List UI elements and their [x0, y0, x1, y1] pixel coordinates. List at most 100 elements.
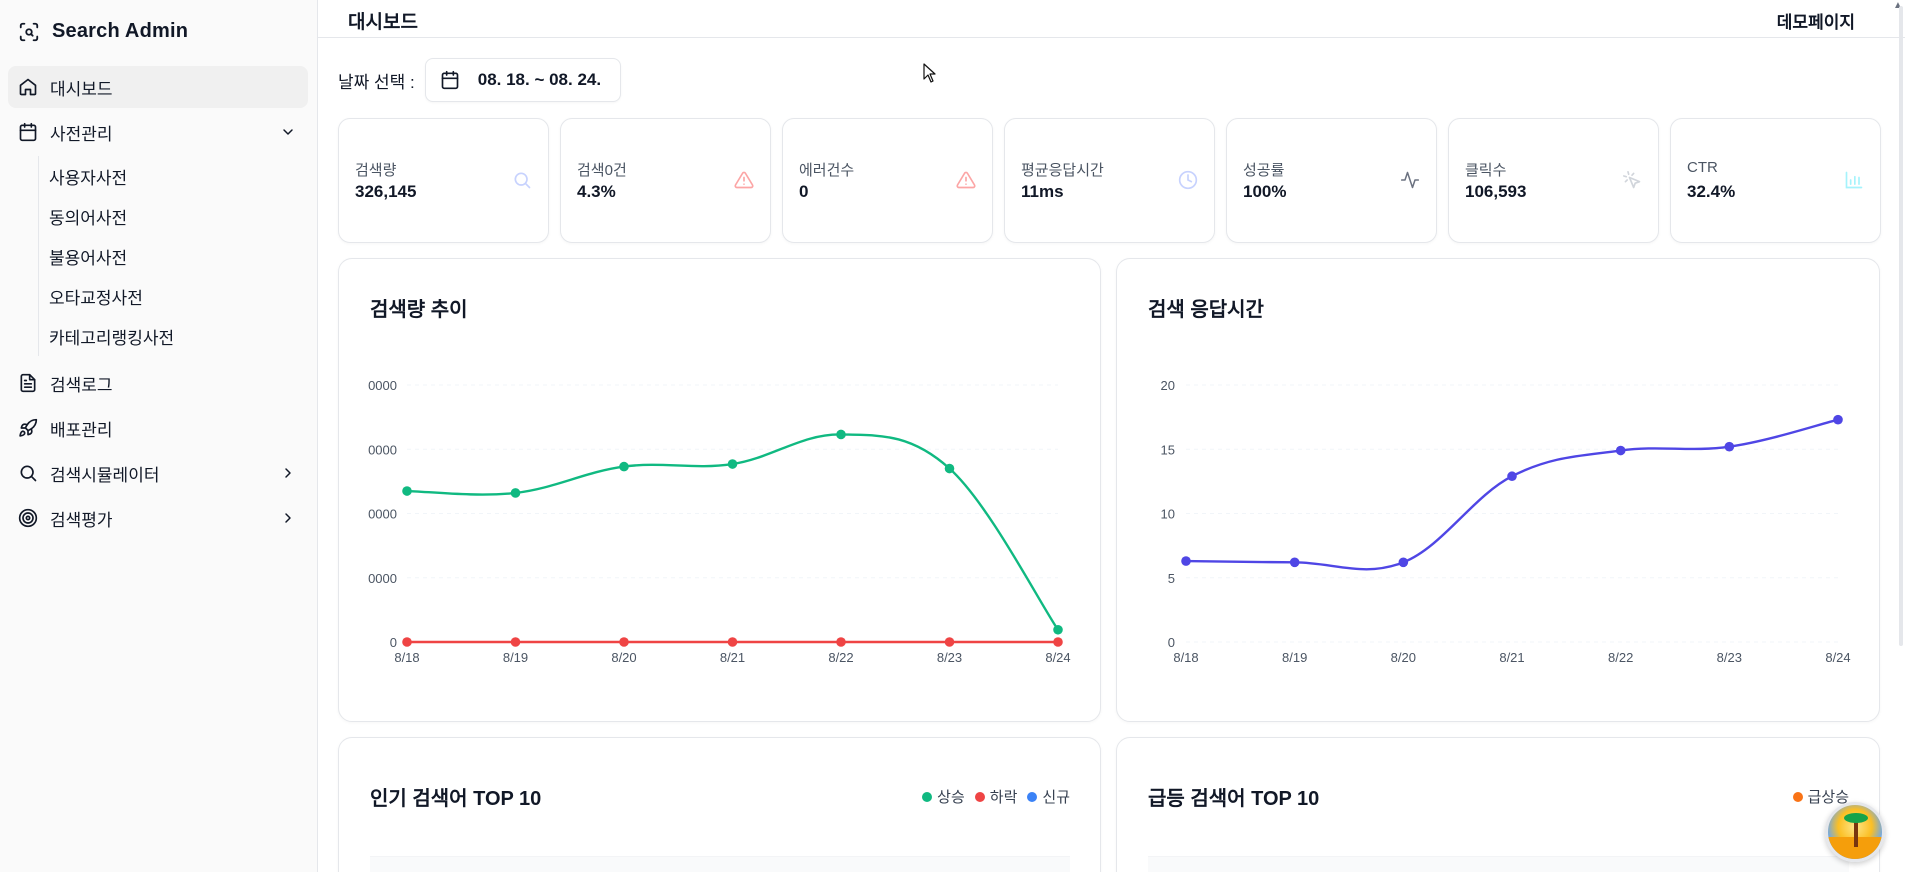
date-range-value: 08. 18. ~ 08. 24.	[477, 70, 602, 89]
x-tick-label: 8/23	[1717, 650, 1742, 665]
chevron-right-icon[interactable]	[280, 465, 296, 481]
data-point[interactable]	[836, 637, 846, 647]
data-point[interactable]	[1181, 556, 1191, 566]
rising-keywords-card: 급등 검색어 TOP 10 급상승	[1116, 737, 1880, 872]
y-tick-label: 0	[390, 635, 397, 650]
stat-label: CTR	[1687, 159, 1718, 176]
data-point[interactable]	[836, 429, 846, 440]
pointer-click-icon	[1623, 171, 1641, 189]
sidebar-item-dictionary[interactable]: 사전관리	[8, 111, 308, 153]
x-tick-label: 8/22	[1608, 650, 1633, 665]
data-point[interactable]	[619, 637, 629, 647]
legend-label: 하락	[989, 789, 1018, 806]
chevron-right-icon[interactable]	[280, 510, 296, 526]
clock-icon	[1178, 170, 1198, 190]
data-point[interactable]	[619, 461, 629, 472]
sidebar-nav: 대시보드 사전관리 사용자사전 동의어사전 불용어사전 오타교정사전 카테고리랭…	[8, 66, 308, 542]
sidebar-subitem-category-ranking-dictionary[interactable]: 카테고리랭킹사전	[49, 316, 308, 356]
legend-label: 상승	[937, 789, 965, 806]
target-icon	[18, 508, 38, 528]
popular-keywords-title: 인기 검색어 TOP 10	[370, 788, 542, 810]
data-point[interactable]	[1507, 471, 1517, 482]
file-text-icon	[20, 373, 36, 393]
sidebar-item-search-evaluation[interactable]: 검색평가	[8, 497, 308, 539]
assistant-avatar-button[interactable]	[1825, 802, 1885, 862]
data-point[interactable]	[1833, 414, 1843, 425]
data-point[interactable]	[1289, 557, 1300, 568]
y-tick-label: 10	[1161, 507, 1175, 522]
data-point[interactable]	[402, 486, 412, 496]
stat-label: 검색량	[355, 162, 397, 179]
data-point[interactable]	[944, 463, 955, 474]
chevron-down-icon[interactable]	[280, 124, 296, 140]
sidebar-subitem-stopword-dictionary[interactable]: 불용어사전	[49, 236, 308, 276]
demo-page-link[interactable]: 데모페이지	[1777, 8, 1855, 33]
sidebar-subitem-synonym-dictionary[interactable]: 동의어사전	[49, 196, 308, 236]
y-tick-label: 15	[1161, 442, 1175, 457]
stat-value: 100%	[1243, 182, 1287, 201]
sidebar-item-search-simulator[interactable]: 검색시뮬레이터	[8, 452, 308, 494]
page-scrollbar[interactable]	[1897, 0, 1905, 872]
x-tick-label: 8/24	[1825, 650, 1850, 665]
sidebar-item-search-log[interactable]: 검색로그	[8, 362, 308, 404]
date-filter: 날짜 선택 : 08. 18. ~ 08. 24.	[338, 58, 621, 102]
x-tick-label: 8/19	[503, 650, 528, 665]
x-tick-label: 8/23	[937, 650, 962, 665]
search-icon	[20, 465, 37, 482]
response-time-line-chart: 0 5 10 15 20 8/18 8/19 8/20 8/21 8/22 8/23 8/24	[1161, 378, 1851, 665]
popular-keywords-legend: 상승 하락 신규	[922, 786, 1070, 807]
data-point[interactable]	[944, 637, 955, 647]
mouse-cursor-icon	[923, 63, 936, 83]
y-tick-label: 0	[1168, 635, 1175, 650]
x-tick-label: 8/22	[828, 650, 853, 665]
date-range-picker[interactable]: 08. 18. ~ 08. 24.	[424, 58, 621, 102]
data-point[interactable]	[510, 637, 521, 647]
data-point[interactable]	[1398, 557, 1409, 568]
stat-value: 11ms	[1021, 182, 1064, 201]
popular-keywords-table-header	[370, 856, 1070, 872]
stat-value: 4.3%	[577, 182, 616, 201]
rising-keywords-table-header	[1148, 856, 1849, 872]
legend-item-new: 신규	[1027, 786, 1070, 807]
x-tick-label: 8/24	[1045, 650, 1070, 665]
scan-search-icon	[19, 22, 39, 41]
brand[interactable]: Search Admin	[18, 20, 188, 43]
data-point[interactable]	[1053, 637, 1063, 647]
sidebar-item-label: 사전관리	[50, 124, 113, 144]
rising-keywords-title: 급등 검색어 TOP 10	[1148, 788, 1320, 810]
data-point[interactable]	[1724, 441, 1735, 452]
y-tick-label: 5	[1168, 571, 1175, 586]
legend-dot	[1027, 791, 1038, 802]
y-tick-label: 0000	[368, 507, 397, 522]
data-point[interactable]	[402, 637, 412, 647]
legend-dot	[1792, 791, 1803, 802]
stat-card-search-volume: 검색량 326,145	[338, 118, 549, 243]
sidebar-item-dashboard[interactable]: 대시보드	[8, 66, 308, 108]
data-point[interactable]	[727, 459, 738, 469]
search-volume-chart-card: 검색량 추이 0 0000 0000 0000 0000 8/18 8/19 8/20 8/21…	[338, 258, 1101, 722]
legend-label: 신규	[1042, 789, 1070, 806]
sidebar-item-deploy[interactable]: 배포관리	[8, 407, 308, 449]
data-point[interactable]	[1615, 445, 1626, 456]
calendar-icon	[441, 70, 459, 90]
legend-dot	[922, 791, 933, 802]
data-point[interactable]	[1053, 624, 1063, 635]
legend-item-rise: 상승	[922, 786, 965, 807]
sidebar: Search Admin 대시보드 사전관리 사용자사전 동의어사전 불용어사전…	[0, 0, 318, 872]
sidebar-item-label: 검색평가	[50, 510, 113, 530]
dictionary-submenu: 사용자사전 동의어사전 불용어사전 오타교정사전 카테고리랭킹사전	[38, 156, 308, 356]
rising-keywords-legend: 급상승	[1792, 786, 1849, 807]
app-title: Search Admin	[52, 20, 189, 42]
data-point[interactable]	[727, 637, 738, 647]
stat-card-errors: 에러건수 0	[782, 118, 993, 243]
x-tick-label: 8/20	[611, 650, 636, 665]
x-tick-label: 8/21	[1499, 650, 1524, 665]
x-tick-label: 8/18	[394, 650, 419, 665]
data-point[interactable]	[510, 488, 521, 498]
sidebar-subitem-user-dictionary[interactable]: 사용자사전	[49, 156, 308, 196]
stat-card-clicks: 클릭수 106,593	[1448, 118, 1659, 243]
y-tick-label: 0000	[368, 442, 397, 457]
stat-card-success-rate: 성공률 100%	[1226, 118, 1437, 243]
sidebar-subitem-typo-dictionary[interactable]: 오타교정사전	[49, 276, 308, 316]
stat-cards: 검색량 326,145 검색0건 4.3% 에러건수 0 평균응답시간 11ms…	[338, 118, 1881, 243]
